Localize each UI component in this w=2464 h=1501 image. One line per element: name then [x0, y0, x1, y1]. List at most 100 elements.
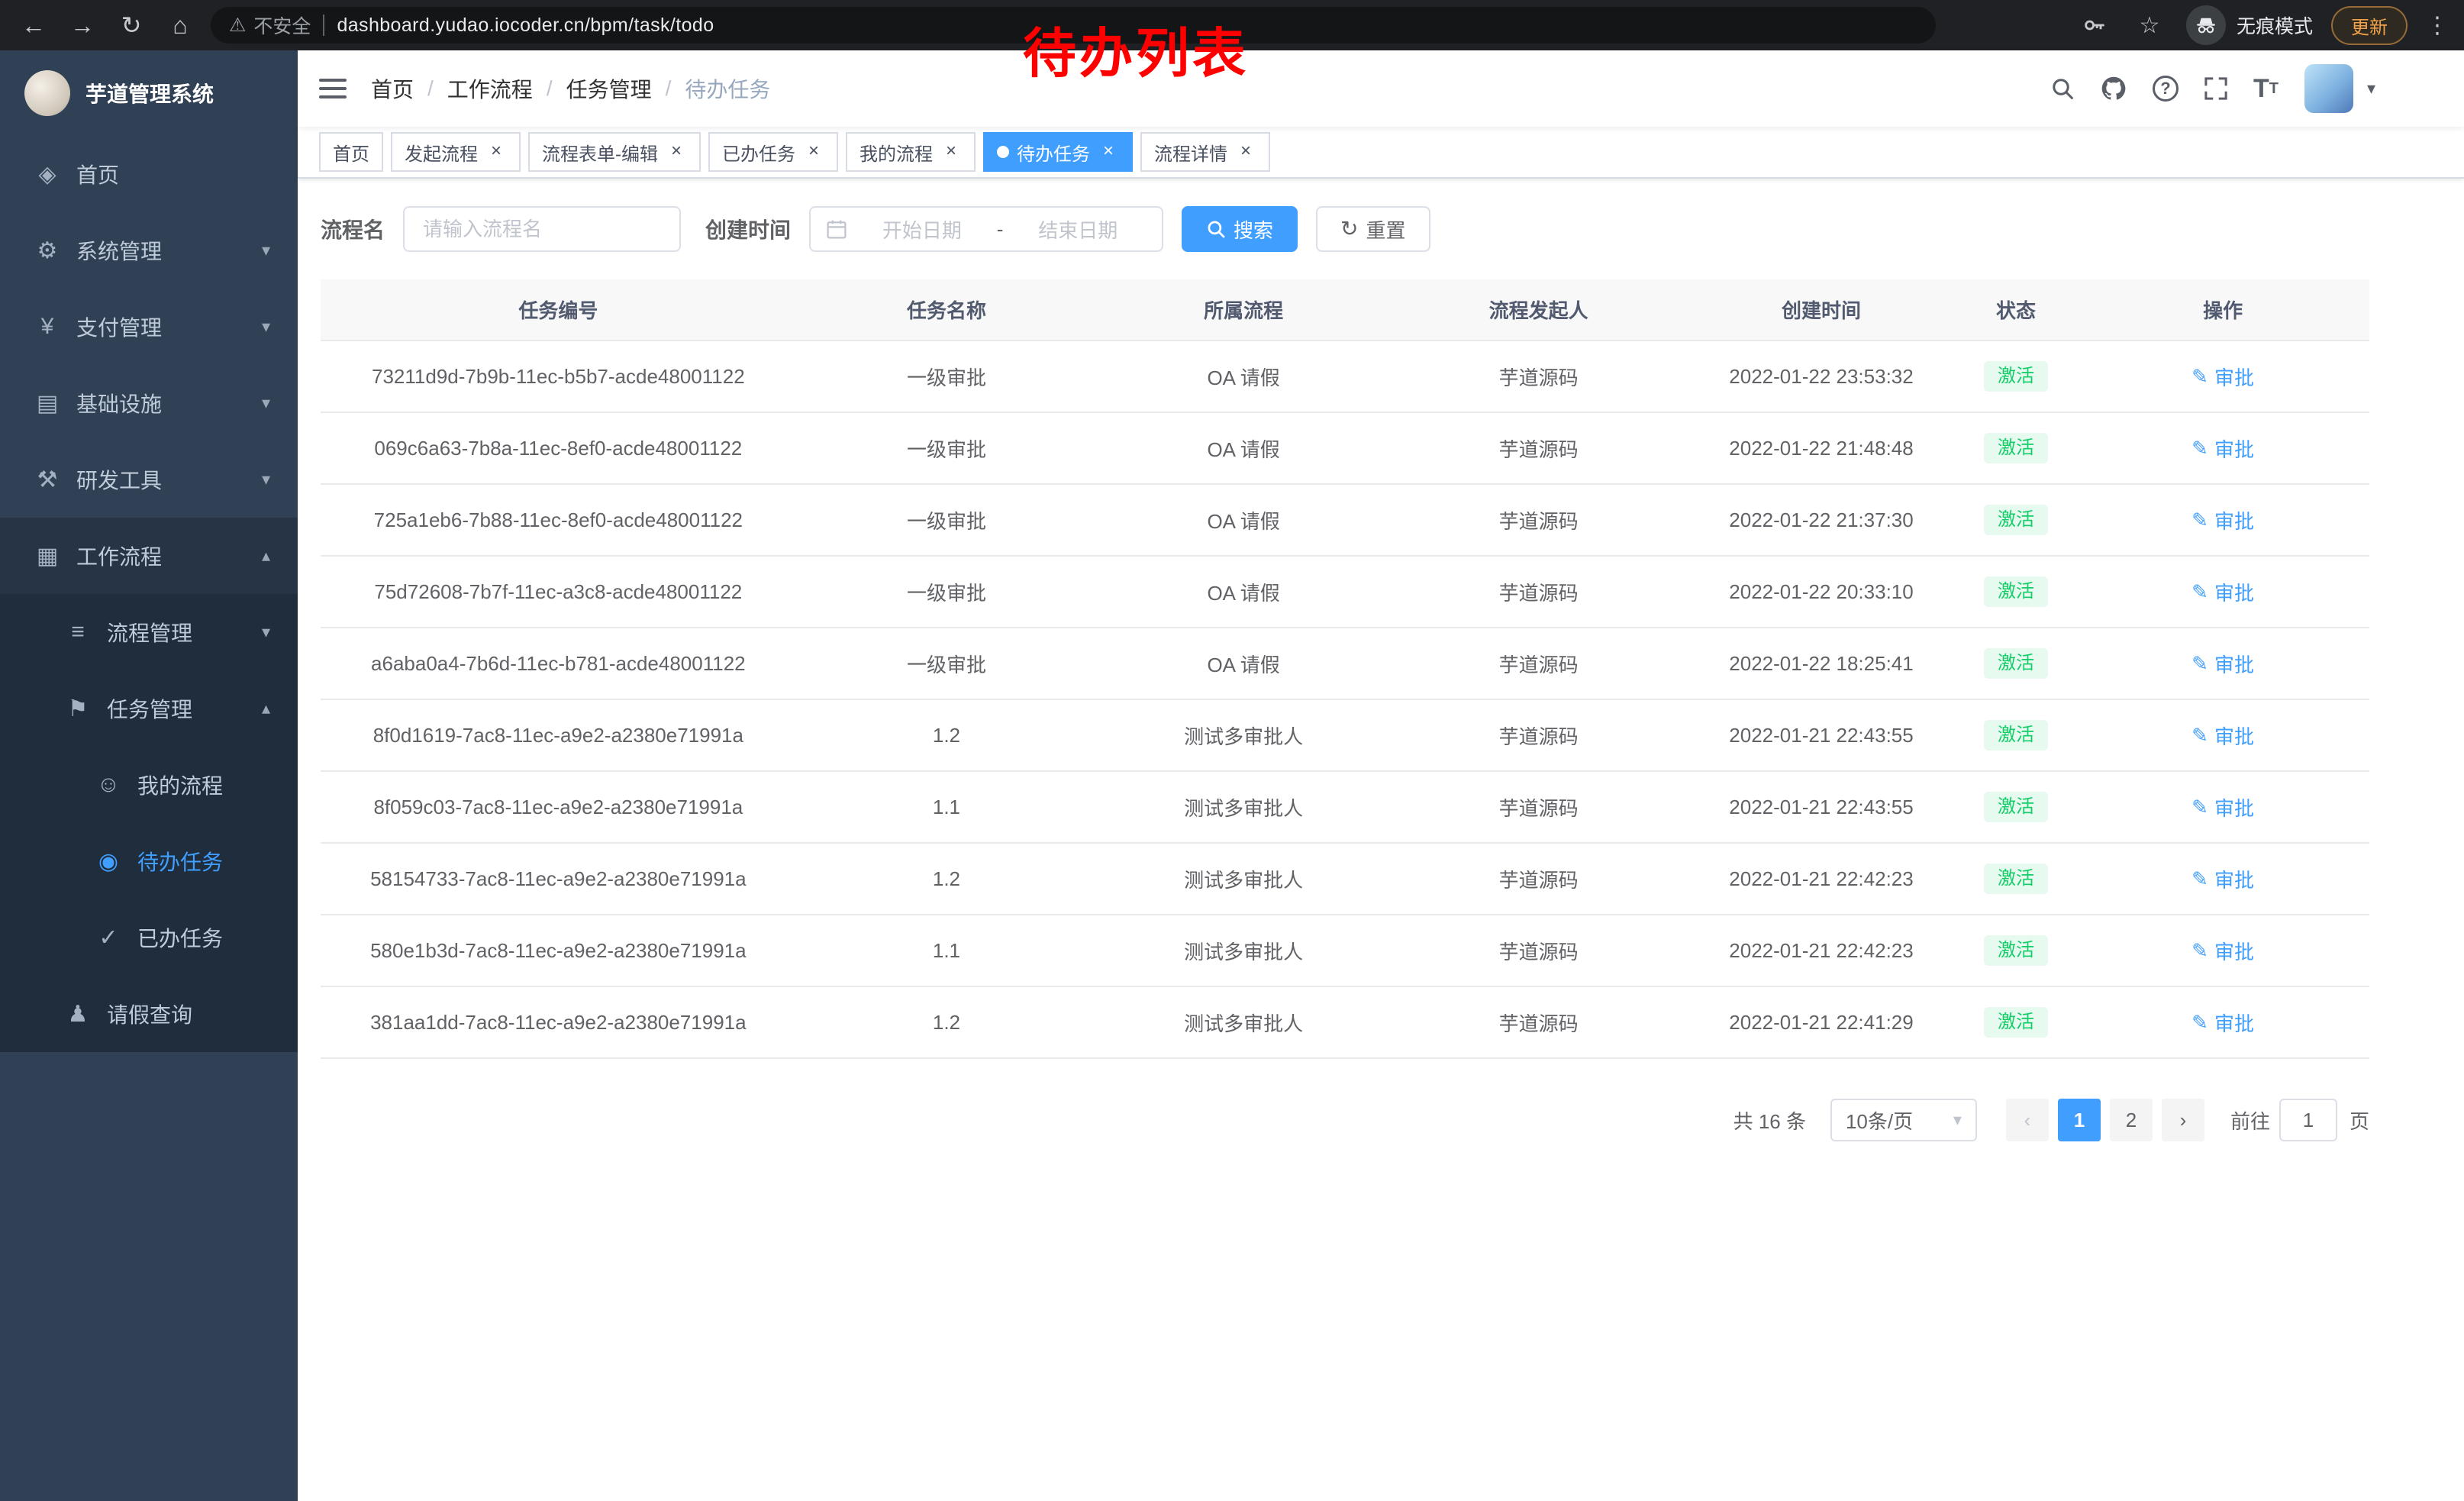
- edit-icon: ✎: [2191, 1011, 2208, 1035]
- create-time-label: 创建时间: [705, 214, 791, 244]
- tab-home[interactable]: 首页: [319, 132, 383, 172]
- user-avatar[interactable]: [2304, 64, 2353, 113]
- close-icon[interactable]: ×: [666, 141, 687, 163]
- hamburger-icon[interactable]: [319, 76, 347, 101]
- tab-done-tasks[interactable]: 已办任务 ×: [708, 132, 838, 172]
- status-badge: 激活: [1984, 433, 2048, 463]
- sidebar-item-system[interactable]: ⚙ 系统管理 ▾: [0, 212, 298, 289]
- goto-unit: 页: [2350, 1106, 2369, 1135]
- reload-icon[interactable]: ↻: [113, 7, 150, 44]
- search-icon[interactable]: [2050, 76, 2075, 101]
- fullscreen-icon[interactable]: [2204, 77, 2227, 100]
- column-header: 任务编号: [321, 279, 796, 341]
- status-badge: 激活: [1984, 1007, 2048, 1038]
- cell-task-name: 1.1: [796, 915, 1098, 986]
- tab-todo-tasks[interactable]: 待办任务 ×: [983, 132, 1133, 172]
- logo[interactable]: 芋道管理系统: [0, 50, 298, 136]
- table-row: 73211d9d-7b9b-11ec-b5b7-acde48001122 一级审…: [321, 341, 2369, 412]
- cell-initiator: 芋道源码: [1390, 915, 1687, 986]
- approve-link[interactable]: ✎审批: [2191, 578, 2254, 606]
- breadcrumb-item[interactable]: 首页: [371, 73, 414, 104]
- chat-icon: ☺: [92, 772, 125, 798]
- breadcrumb-item[interactable]: 任务管理: [566, 73, 652, 104]
- approve-link[interactable]: ✎审批: [2191, 865, 2254, 893]
- sidebar-item-todo-tasks[interactable]: ◉ 待办任务: [0, 823, 298, 899]
- sidebar-item-task-mgmt[interactable]: ⚑ 任务管理 ▴: [0, 670, 298, 747]
- forward-icon[interactable]: →: [64, 7, 101, 44]
- todo-task-table: 任务编号任务名称所属流程流程发起人创建时间状态操作 73211d9d-7b9b-…: [321, 279, 2369, 1059]
- sidebar-item-leave-query[interactable]: ♟ 请假查询: [0, 976, 298, 1052]
- tab-my-process[interactable]: 我的流程 ×: [846, 132, 976, 172]
- edit-icon: ✎: [2191, 652, 2208, 676]
- breadcrumb-item[interactable]: 工作流程: [447, 73, 533, 104]
- approve-link[interactable]: ✎审批: [2191, 434, 2254, 463]
- cell-initiator: 芋道源码: [1390, 771, 1687, 843]
- menu-dots-icon[interactable]: ⋮: [2426, 12, 2449, 39]
- sidebar-item-done-tasks[interactable]: ✓ 已办任务: [0, 899, 298, 976]
- next-page-button[interactable]: ›: [2162, 1099, 2204, 1141]
- close-icon[interactable]: ×: [1098, 141, 1119, 163]
- close-icon[interactable]: ×: [485, 141, 507, 163]
- sidebar-item-payment[interactable]: ¥ 支付管理 ▾: [0, 289, 298, 365]
- close-icon[interactable]: ×: [940, 141, 962, 163]
- sidebar-item-home[interactable]: ◈ 首页: [0, 136, 298, 212]
- font-size-icon[interactable]: TT: [2253, 76, 2279, 102]
- table-row: 58154733-7ac8-11ec-a9e2-a2380e71991a 1.2…: [321, 843, 2369, 915]
- cell-process: OA 请假: [1097, 484, 1390, 556]
- close-icon[interactable]: ×: [1235, 141, 1256, 163]
- prev-page-button[interactable]: ‹: [2006, 1099, 2049, 1141]
- approve-link-label: 审批: [2214, 793, 2254, 822]
- security-label: 不安全: [253, 11, 311, 39]
- sidebar-item-infrastructure[interactable]: ▤ 基础设施 ▾: [0, 365, 298, 441]
- approve-link[interactable]: ✎审批: [2191, 506, 2254, 534]
- approve-link[interactable]: ✎审批: [2191, 937, 2254, 965]
- help-icon[interactable]: ?: [2153, 76, 2179, 102]
- update-button[interactable]: 更新: [2331, 6, 2408, 45]
- cell-status: 激活: [1956, 628, 2076, 699]
- tab-process-detail[interactable]: 流程详情 ×: [1140, 132, 1270, 172]
- sidebar: 芋道管理系统 ◈ 首页 ⚙ 系统管理 ▾ ¥ 支付管理 ▾ ▤ 基础设施 ▾ ⚒…: [0, 50, 298, 1501]
- page-size-select[interactable]: 10条/页 ▾: [1830, 1099, 1977, 1141]
- close-icon[interactable]: ×: [803, 141, 824, 163]
- chevron-icon: ▾: [262, 393, 270, 413]
- status-badge: 激活: [1984, 576, 2048, 607]
- date-range-picker[interactable]: 开始日期 - 结束日期: [809, 206, 1163, 252]
- page-button-2[interactable]: 2: [2110, 1099, 2153, 1141]
- goto-page-input[interactable]: [2279, 1099, 2337, 1141]
- address-bar[interactable]: ⚠ 不安全 dashboard.yudao.iocoder.cn/bpm/tas…: [211, 7, 1936, 44]
- cell-process: OA 请假: [1097, 628, 1390, 699]
- chevron-icon: ▴: [262, 699, 270, 718]
- back-icon[interactable]: ←: [15, 7, 52, 44]
- pagination: 共 16 条 10条/页 ▾ ‹ 12 › 前往 页: [321, 1099, 2369, 1141]
- approve-link[interactable]: ✎审批: [2191, 363, 2254, 391]
- approve-link[interactable]: ✎审批: [2191, 650, 2254, 678]
- search-button[interactable]: 搜索: [1182, 206, 1298, 252]
- star-icon[interactable]: ☆: [2131, 7, 2168, 44]
- approve-link[interactable]: ✎审批: [2191, 793, 2254, 822]
- sidebar-item-process-mgmt[interactable]: ≡ 流程管理 ▾: [0, 594, 298, 670]
- logo-avatar: [24, 70, 70, 116]
- sidebar-item-workflow[interactable]: ▦ 工作流程 ▴: [0, 518, 298, 594]
- key-icon[interactable]: [2076, 7, 2113, 44]
- caret-down-icon: ▾: [2367, 79, 2375, 98]
- sidebar-item-devtools[interactable]: ⚒ 研发工具 ▾: [0, 441, 298, 518]
- security-chip[interactable]: ⚠ 不安全: [229, 11, 311, 39]
- approve-link-label: 审批: [2214, 363, 2254, 391]
- process-name-input[interactable]: [403, 206, 681, 252]
- approve-link[interactable]: ✎审批: [2191, 721, 2254, 750]
- approve-link[interactable]: ✎审批: [2191, 1009, 2254, 1037]
- reset-button[interactable]: ↻ 重置: [1316, 206, 1430, 252]
- github-icon[interactable]: [2101, 76, 2127, 102]
- cell-initiator: 芋道源码: [1390, 628, 1687, 699]
- tab-form-edit[interactable]: 流程表单-编辑 ×: [528, 132, 701, 172]
- process-name-label: 流程名: [321, 214, 385, 244]
- cell-status: 激活: [1956, 771, 2076, 843]
- sidebar-item-my-process[interactable]: ☺ 我的流程: [0, 747, 298, 823]
- status-badge: 激活: [1984, 863, 2048, 894]
- tab-start-process[interactable]: 发起流程 ×: [391, 132, 521, 172]
- page-button-1[interactable]: 1: [2058, 1099, 2101, 1141]
- dashboard-icon: ◈: [31, 161, 64, 188]
- home-icon[interactable]: ⌂: [162, 7, 198, 44]
- app-title: 芋道管理系统: [85, 78, 214, 108]
- eye-icon: ◉: [92, 848, 125, 875]
